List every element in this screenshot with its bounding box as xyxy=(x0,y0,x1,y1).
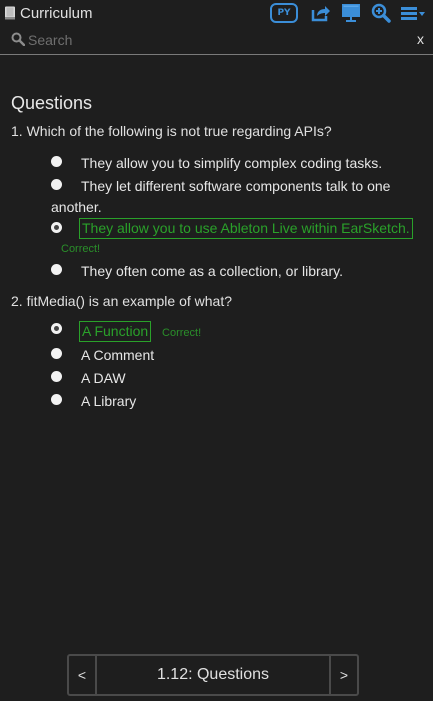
q2-option-4[interactable]: A Library xyxy=(51,390,421,412)
prev-page-button[interactable]: < xyxy=(69,656,95,694)
q2-option-1-radio[interactable] xyxy=(51,323,62,334)
present-icon[interactable] xyxy=(340,3,362,23)
q2-option-1[interactable]: A Function Correct! xyxy=(51,321,421,343)
book-icon xyxy=(5,6,15,20)
q2-correct-feedback: Correct! xyxy=(162,327,202,339)
q2-option-4-label: A Library xyxy=(81,393,137,409)
header-actions: PY xyxy=(270,2,426,24)
current-page-title[interactable]: 1.12: Questions xyxy=(95,656,331,694)
q1-option-1[interactable]: They allow you to simplify complex codin… xyxy=(51,152,421,174)
q2-option-3-label: A DAW xyxy=(81,370,126,386)
menu-dropdown-icon[interactable] xyxy=(400,3,426,23)
header-title-group: Curriculum xyxy=(4,3,93,23)
curriculum-content: Questions 1. Which of the following is n… xyxy=(0,56,433,646)
q2-option-4-radio[interactable] xyxy=(51,394,62,405)
q2-option-3-radio[interactable] xyxy=(51,371,62,382)
q1-option-3-label: They allow you to use Ableton Live withi… xyxy=(79,218,413,239)
q2-option-2-label: A Comment xyxy=(81,347,155,363)
q1-option-4[interactable]: They often come as a collection, or libr… xyxy=(51,260,421,282)
q1-option-3[interactable]: They allow you to use Ableton Live withi… xyxy=(51,218,421,239)
q2-option-3[interactable]: A DAW xyxy=(51,367,421,389)
search-input[interactable] xyxy=(28,30,398,50)
q1-option-2-label-line2: another. xyxy=(51,199,102,215)
search-icon xyxy=(11,32,25,46)
q1-option-3-radio[interactable] xyxy=(51,222,62,233)
q1-option-4-label: They often come as a collection, or libr… xyxy=(81,263,343,279)
language-badge[interactable]: PY xyxy=(270,3,298,23)
question-2-text: 2. fitMedia() is an example of what? xyxy=(11,293,232,309)
search-bar: x xyxy=(0,28,433,55)
search-clear-button[interactable]: x xyxy=(417,31,424,47)
chapter-navigation: < 1.12: Questions > xyxy=(67,654,359,696)
curriculum-panel: Curriculum PY Search x Questions 1. Whic… xyxy=(0,0,433,701)
section-title: Questions xyxy=(11,93,93,113)
share-icon[interactable] xyxy=(310,3,332,23)
q1-option-2-radio[interactable] xyxy=(51,179,62,190)
q1-option-1-label: They allow you to simplify complex codin… xyxy=(81,155,383,171)
q1-option-4-radio[interactable] xyxy=(51,264,62,275)
next-page-button[interactable]: > xyxy=(331,656,357,694)
q2-option-2-radio[interactable] xyxy=(51,348,62,359)
q1-option-2-continuation: another. xyxy=(51,196,421,218)
q1-option-2[interactable]: They let different software components t… xyxy=(51,175,421,197)
q2-option-2[interactable]: A Comment xyxy=(51,344,421,366)
question-1-text: 1. Which of the following is not true re… xyxy=(11,123,332,139)
curriculum-header: Curriculum PY xyxy=(0,0,433,26)
q2-option-1-label: A Function xyxy=(79,321,152,342)
zoom-in-icon[interactable] xyxy=(370,3,392,23)
q1-option-1-radio[interactable] xyxy=(51,156,62,167)
q1-option-2-label: They let different software components t… xyxy=(81,178,391,194)
q1-correct-feedback: Correct! xyxy=(61,243,101,255)
header-title: Curriculum xyxy=(20,4,93,22)
